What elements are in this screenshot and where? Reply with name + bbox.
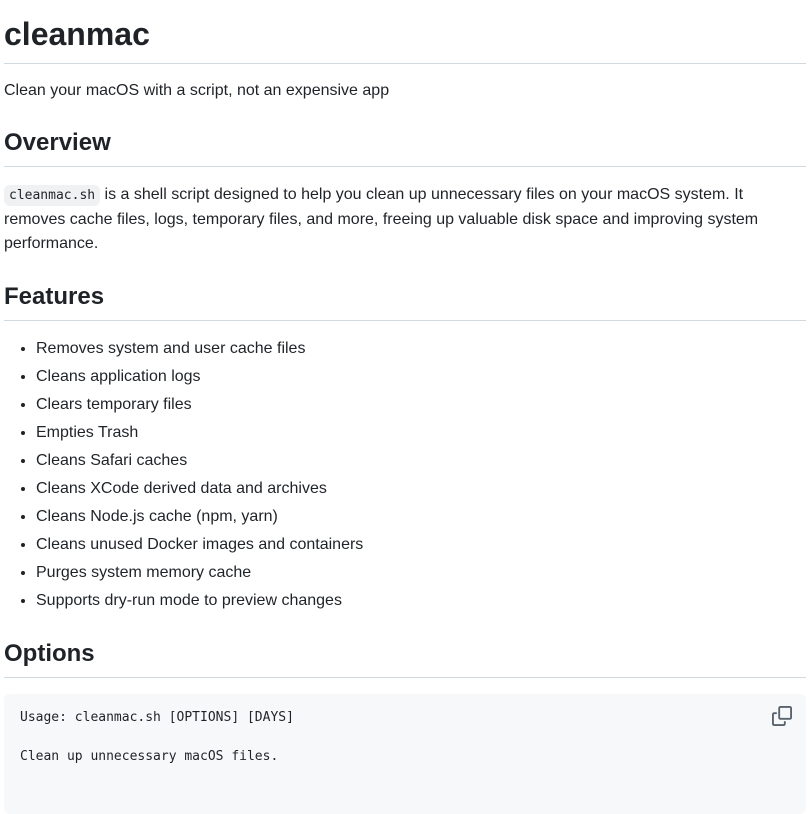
tagline: Clean your macOS with a script, not an e… bbox=[4, 82, 390, 99]
code-line: Clean up unnecessary macOS files. bbox=[20, 749, 279, 764]
copy-button[interactable] bbox=[772, 706, 792, 726]
features-heading: Features bbox=[4, 282, 806, 321]
overview-heading: Overview bbox=[4, 128, 806, 167]
list-item: Cleans application logs bbox=[36, 365, 806, 389]
list-item: Removes system and user cache files bbox=[36, 337, 806, 361]
overview-paragraph: cleanmac.sh is a shell script designed t… bbox=[4, 183, 806, 256]
code-block: Usage: cleanmac.sh [OPTIONS] [DAYS] Clea… bbox=[4, 694, 806, 814]
features-list: Removes system and user cache files Clea… bbox=[4, 337, 806, 613]
list-item: Supports dry-run mode to preview changes bbox=[36, 589, 806, 613]
list-item: Clears temporary files bbox=[36, 393, 806, 417]
readme-content: cleanmac Clean your macOS with a script,… bbox=[0, 0, 810, 814]
code-line: Usage: cleanmac.sh [OPTIONS] [DAYS] bbox=[20, 710, 294, 725]
options-heading: Options bbox=[4, 639, 806, 678]
copy-icon bbox=[772, 706, 792, 726]
overview-text: is a shell script designed to help you c… bbox=[4, 186, 759, 252]
list-item: Cleans Safari caches bbox=[36, 449, 806, 473]
inline-code: cleanmac.sh bbox=[4, 185, 101, 206]
list-item: Cleans unused Docker images and containe… bbox=[36, 533, 806, 557]
list-item: Cleans XCode derived data and archives bbox=[36, 477, 806, 501]
list-item: Purges system memory cache bbox=[36, 561, 806, 585]
page-title: cleanmac bbox=[4, 0, 806, 64]
list-item: Cleans Node.js cache (npm, yarn) bbox=[36, 505, 806, 529]
code-content: Usage: cleanmac.sh [OPTIONS] [DAYS] Clea… bbox=[20, 708, 790, 767]
list-item: Empties Trash bbox=[36, 421, 806, 445]
